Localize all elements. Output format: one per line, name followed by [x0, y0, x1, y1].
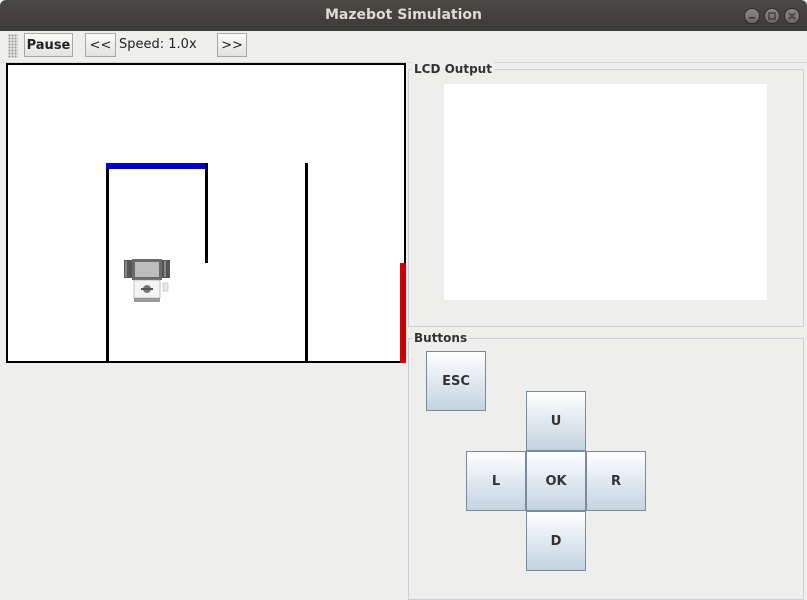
up-button[interactable]: U: [526, 391, 586, 451]
slower-button[interactable]: <<: [85, 33, 116, 57]
maze-wall: [305, 163, 308, 363]
title-bar: Mazebot Simulation: [0, 0, 807, 31]
toolbar: Pause << Speed: 1.0x >>: [0, 31, 807, 63]
faster-button[interactable]: >>: [217, 33, 247, 57]
lcd-screen: [444, 84, 767, 300]
lcd-panel-title: LCD Output: [412, 62, 494, 76]
toolbar-grip-handle[interactable]: [8, 34, 18, 58]
red-wall: [400, 263, 406, 363]
maze-wall: [106, 163, 109, 363]
esc-button[interactable]: ESC: [426, 351, 486, 411]
maze-wall: [205, 163, 208, 263]
pause-button[interactable]: Pause: [24, 33, 73, 57]
close-icon[interactable]: [784, 8, 800, 24]
window-title: Mazebot Simulation: [325, 7, 482, 23]
buttons-panel-title: Buttons: [412, 331, 470, 345]
right-button[interactable]: R: [586, 451, 646, 511]
ok-button[interactable]: OK: [526, 451, 586, 511]
down-button[interactable]: D: [526, 511, 586, 571]
minimize-icon[interactable]: [744, 8, 760, 24]
blue-wall: [106, 163, 208, 169]
robot-icon: [124, 249, 174, 307]
left-button[interactable]: L: [466, 451, 526, 511]
maze-canvas: [6, 63, 406, 363]
speed-label: Speed: 1.0x: [119, 37, 197, 52]
maximize-icon[interactable]: [764, 8, 780, 24]
